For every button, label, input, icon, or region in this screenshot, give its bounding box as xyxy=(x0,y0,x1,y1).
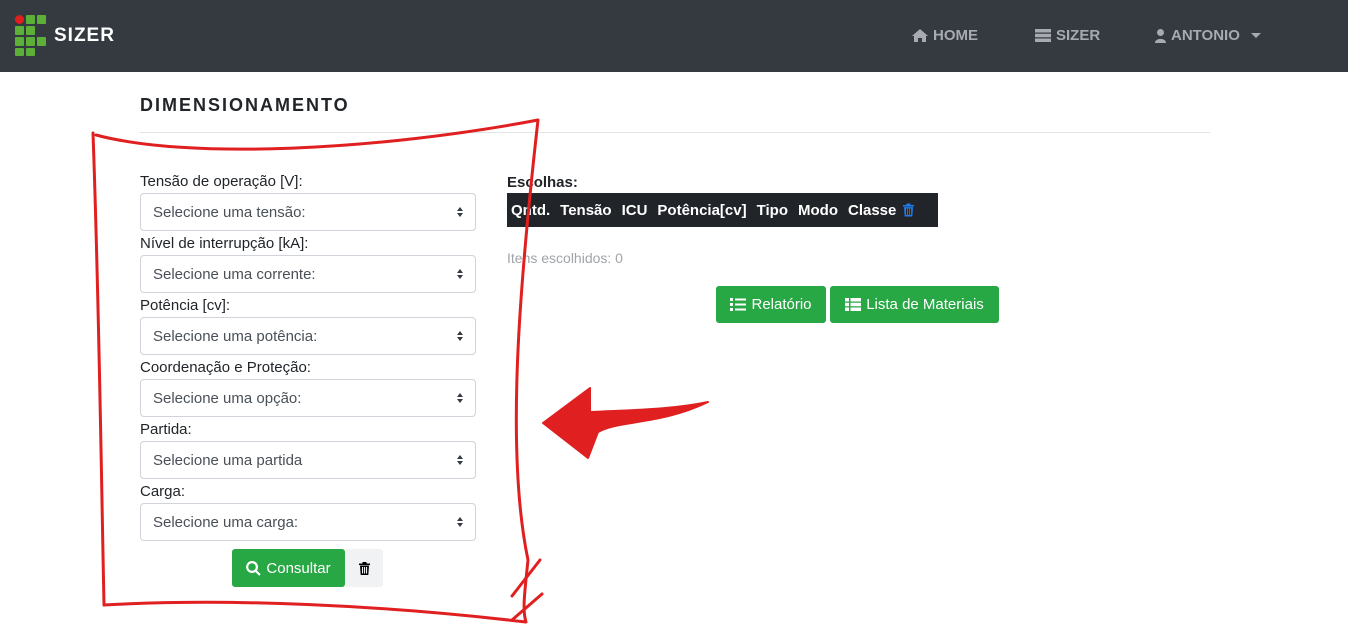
carga-select[interactable]: Selecione uma carga: xyxy=(140,503,476,541)
potencia-label: Potência [cv]: xyxy=(140,297,231,314)
column-header: Tensão xyxy=(560,201,612,219)
column-header: Modo xyxy=(798,201,838,219)
page-title: DIMENSIONAMENTO xyxy=(140,95,350,115)
coordenacao-select-value: Selecione uma opção: xyxy=(153,389,302,407)
user-dropdown[interactable]: ANTONIO xyxy=(1155,27,1261,44)
trash-icon xyxy=(358,561,370,575)
column-header: Qntd. xyxy=(511,201,551,219)
column-header: Potência[cv] xyxy=(657,201,747,219)
column-header: ICU xyxy=(621,201,648,219)
escolhas-table-header: Qntd. Tensão ICU Potência[cv] Tipo Modo … xyxy=(507,193,938,227)
column-header: Classe xyxy=(847,201,897,219)
carga-label: Carga: xyxy=(140,483,186,500)
column-header: Tipo xyxy=(756,201,788,219)
trash-icon[interactable] xyxy=(903,203,915,217)
annotation-tick xyxy=(510,558,542,598)
annotation-tick xyxy=(510,592,544,622)
itens-escolhidos-count: Itens escolhidos: 0 xyxy=(507,250,623,266)
navbar: SIZER HOME SIZER ANTONIO xyxy=(0,0,1348,72)
nav-home-label: HOME xyxy=(933,27,978,44)
server-icon xyxy=(1035,29,1051,42)
sort-arrows-icon xyxy=(457,455,463,465)
carga-select-value: Selecione uma carga: xyxy=(153,513,299,531)
relatorio-label: Relatório xyxy=(751,296,812,313)
tensao-label: Tensão de operação [V]: xyxy=(140,173,303,190)
consultar-button[interactable]: Consultar xyxy=(232,549,345,587)
search-icon xyxy=(246,560,262,576)
brand-link[interactable]: SIZER xyxy=(15,15,115,56)
clear-form-button[interactable] xyxy=(345,549,383,587)
brand-name: SIZER xyxy=(54,24,115,46)
nav-sizer[interactable]: SIZER xyxy=(1035,27,1100,44)
partida-select-value: Selecione uma partida xyxy=(153,451,303,469)
relatorio-button[interactable]: Relatório xyxy=(716,286,826,323)
user-name-label: ANTONIO xyxy=(1171,27,1240,44)
corrente-select-value: Selecione uma corrente: xyxy=(153,265,316,283)
divider xyxy=(140,132,1210,133)
sort-arrows-icon xyxy=(457,207,463,217)
partida-label: Partida: xyxy=(140,421,192,438)
list-ol-icon xyxy=(730,298,747,311)
home-icon xyxy=(912,29,928,42)
annotation-arrow xyxy=(542,387,709,459)
sort-arrows-icon xyxy=(457,517,463,527)
corrente-label: Nível de interrupção [kA]: xyxy=(140,235,309,252)
list-icon xyxy=(845,298,862,311)
nav-home[interactable]: HOME xyxy=(912,27,978,44)
lista-materiais-button[interactable]: Lista de Materiais xyxy=(830,286,999,323)
coordenacao-select[interactable]: Selecione uma opção: xyxy=(140,379,476,417)
escolhas-label: Escolhas: xyxy=(507,174,578,191)
user-icon xyxy=(1155,28,1166,43)
potencia-select-value: Selecione uma potência: xyxy=(153,327,318,345)
potencia-select[interactable]: Selecione uma potência: xyxy=(140,317,476,355)
consultar-label: Consultar xyxy=(266,559,331,577)
chevron-down-icon xyxy=(1250,33,1261,38)
logo-icon xyxy=(15,15,47,56)
sort-arrows-icon xyxy=(457,331,463,341)
corrente-select[interactable]: Selecione uma corrente: xyxy=(140,255,476,293)
sort-arrows-icon xyxy=(457,393,463,403)
tensao-select-value: Selecione uma tensão: xyxy=(153,203,306,221)
partida-select[interactable]: Selecione uma partida xyxy=(140,441,476,479)
coordenacao-label: Coordenação e Proteção: xyxy=(140,359,311,376)
nav-sizer-label: SIZER xyxy=(1056,27,1101,44)
sort-arrows-icon xyxy=(457,269,463,279)
tensao-select[interactable]: Selecione uma tensão: xyxy=(140,193,476,231)
lista-materiais-label: Lista de Materiais xyxy=(866,296,984,313)
